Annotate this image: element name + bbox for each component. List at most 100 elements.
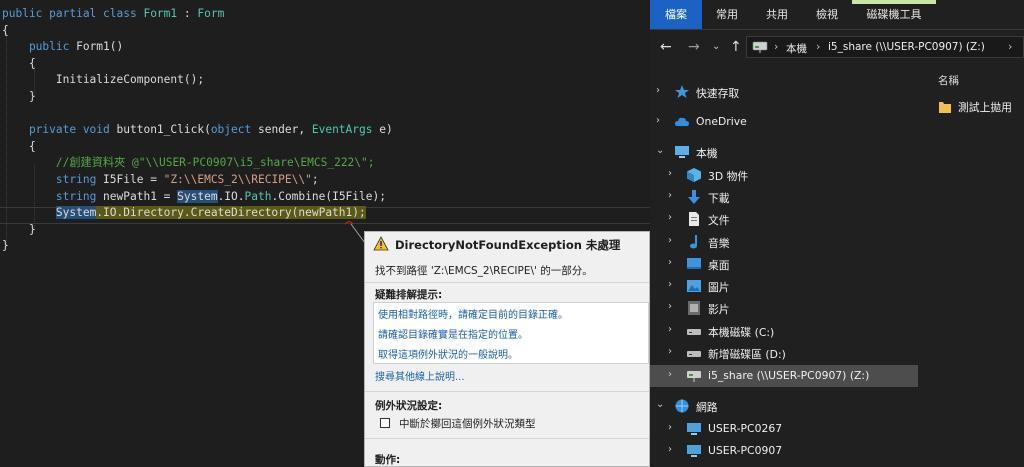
code-line[interactable]: string newPath1 = System.IO.Path.Combine… — [2, 189, 386, 205]
collapse-chevron-icon[interactable]: › — [668, 324, 672, 335]
collapse-chevron-icon[interactable]: › — [668, 235, 672, 246]
expand-chevron-icon[interactable]: ⌄ — [656, 145, 664, 156]
collapse-chevron-icon[interactable]: › — [668, 422, 672, 433]
code-token: "Z:\\EMCS_2\\RECIPE\\" — [163, 173, 312, 186]
nav-item[interactable]: › 3D 物件 — [650, 164, 918, 186]
nav-item[interactable]: › 桌面 — [650, 253, 918, 275]
video-icon — [688, 301, 700, 315]
tip-link[interactable]: 請確認目錄確實是在指定的位置。 — [378, 326, 528, 341]
code-token: .IO.Directory.CreateDirectory(newPath1); — [96, 206, 366, 220]
code-token: Form1() — [76, 40, 124, 54]
tab-view[interactable]: 檢視 — [804, 0, 850, 29]
network-icon — [675, 399, 689, 413]
tip-link[interactable]: 使用相對路徑時，請確定目前的目錄正確。 — [378, 306, 568, 321]
nav-item[interactable]: › i5_share (\\USER-PC0907) (Z:) — [650, 365, 918, 387]
breadcrumb-this-pc[interactable]: 本機 — [786, 41, 807, 56]
recent-locations-chevron-icon[interactable]: ⌄ — [712, 38, 720, 56]
nav-item-label: OneDrive — [696, 115, 747, 128]
breadcrumb-separator-icon: › — [774, 40, 779, 53]
computer-icon — [687, 423, 701, 435]
code-token: System — [55, 206, 97, 220]
code-token: } — [2, 239, 9, 253]
nav-item[interactable]: › 快速存取 — [650, 81, 918, 103]
code-line[interactable]: } — [2, 222, 36, 238]
collapse-chevron-icon[interactable]: › — [668, 346, 672, 357]
nav-item[interactable]: › 圖片 — [650, 275, 918, 297]
nav-item[interactable]: › 音樂 — [650, 231, 918, 253]
nav-item[interactable]: › USER-PC0267 — [650, 418, 918, 440]
expand-chevron-icon[interactable]: ⌄ — [656, 399, 664, 410]
code-token: { — [2, 56, 36, 70]
code-line[interactable]: { — [2, 139, 36, 155]
code-token: e) — [372, 123, 393, 137]
code-line[interactable]: InitializeComponent(); — [2, 72, 204, 88]
network-drive-icon — [752, 41, 768, 53]
nav-item[interactable]: › 下載 — [650, 186, 918, 208]
forward-arrow-icon[interactable]: → — [688, 38, 700, 56]
nav-item[interactable]: › 本機磁碟 (C:) — [650, 320, 918, 342]
tab-home[interactable]: 常用 — [704, 0, 750, 29]
file-explorer-window: 檔案 常用 共用 檢視 磁碟機工具 ← → ⌄ ↑ › 本機 › i5_shar… — [650, 0, 1024, 467]
code-line[interactable]: public Form1() — [2, 39, 123, 55]
navigation-pane: › 快速存取 › OneDrive ⌄ 本機 › 3D 物件 › 下載 › 文件 › 音樂 › 桌面 › 圖片 › 影… — [650, 68, 918, 467]
collapse-chevron-icon[interactable]: › — [668, 212, 672, 223]
breadcrumb-share[interactable]: i5_share (\\USER-PC0907) (Z:) — [828, 41, 985, 53]
drive-icon — [687, 351, 701, 357]
code-line[interactable]: { — [2, 23, 9, 39]
tab-file[interactable]: 檔案 — [650, 0, 702, 29]
code-line[interactable]: //創建資料夾 @"\\USER-PC0907\i5_share\EMCS_22… — [2, 155, 375, 171]
search-online-link[interactable]: 搜尋其他線上說明... — [375, 368, 465, 383]
code-line[interactable]: string I5File = "Z:\\EMCS_2\\RECIPE\\"; — [2, 172, 319, 188]
desktop-icon — [687, 258, 701, 269]
pc-icon — [675, 146, 689, 158]
nav-item[interactable]: › OneDrive — [650, 111, 918, 133]
nav-item[interactable]: › USER-PC0907 — [650, 440, 918, 462]
collapse-chevron-icon[interactable]: › — [668, 168, 672, 179]
warning-icon — [373, 236, 389, 251]
code-token: public — [2, 40, 77, 54]
column-header-name[interactable]: 名稱 — [938, 73, 959, 88]
nav-item[interactable]: › 影片 — [650, 297, 918, 319]
file-name: 測試上拋用 — [958, 101, 1012, 114]
collapse-chevron-icon[interactable]: › — [668, 301, 672, 312]
break-on-exception-checkbox[interactable] — [380, 418, 390, 428]
collapse-chevron-icon[interactable]: › — [656, 115, 660, 126]
collapse-chevron-icon[interactable]: › — [668, 444, 672, 455]
code-token: public partial class — [2, 7, 144, 20]
breadcrumb-separator-icon: › — [1008, 40, 1013, 53]
actions-header: 動作: — [375, 454, 401, 466]
code-line[interactable]: } — [2, 89, 36, 105]
break-on-exception-label[interactable]: 中斷於擲回這個例外狀況類型 — [399, 416, 536, 431]
code-line[interactable]: System.IO.Directory.CreateDirectory(newP… — [2, 205, 366, 221]
code-line[interactable]: public partial class Form1 : Form — [2, 6, 224, 22]
code-token: private void — [2, 123, 117, 137]
collapse-chevron-icon[interactable]: › — [668, 257, 672, 268]
nav-item[interactable]: ⌄ 網路 — [650, 395, 918, 417]
nav-item[interactable]: › 新增磁碟區 (D:) — [650, 342, 918, 364]
back-arrow-icon[interactable]: ← — [660, 38, 672, 56]
code-token: { — [2, 139, 36, 153]
file-list-item[interactable]: 測試上拋用 — [938, 97, 1024, 117]
code-line[interactable]: } — [2, 238, 9, 254]
code-token: Path — [244, 189, 272, 203]
divider — [365, 391, 649, 392]
code-token: .IO. — [217, 189, 245, 203]
tip-link[interactable]: 取得這項例外狀況的一般說明。 — [378, 346, 518, 361]
nav-item[interactable]: › 文件 — [650, 208, 918, 230]
code-token: ; — [311, 173, 319, 186]
collapse-chevron-icon[interactable]: › — [668, 190, 672, 201]
code-line[interactable]: private void button1_Click(object sender… — [2, 122, 393, 138]
collapse-chevron-icon[interactable]: › — [668, 369, 672, 380]
nav-item[interactable]: ⌄ 本機 — [650, 141, 918, 163]
code-token: } — [2, 90, 36, 103]
nav-item-label: 3D 物件 — [708, 170, 749, 183]
code-token: string — [55, 189, 97, 203]
tab-share[interactable]: 共用 — [754, 0, 800, 29]
collapse-chevron-icon[interactable]: › — [656, 85, 660, 96]
code-line[interactable]: { — [2, 56, 36, 72]
collapse-chevron-icon[interactable]: › — [668, 279, 672, 290]
up-arrow-icon[interactable]: ↑ — [730, 38, 742, 56]
tab-drive-tools[interactable]: 磁碟機工具 — [852, 0, 936, 29]
nav-item-label: 快速存取 — [696, 87, 740, 100]
